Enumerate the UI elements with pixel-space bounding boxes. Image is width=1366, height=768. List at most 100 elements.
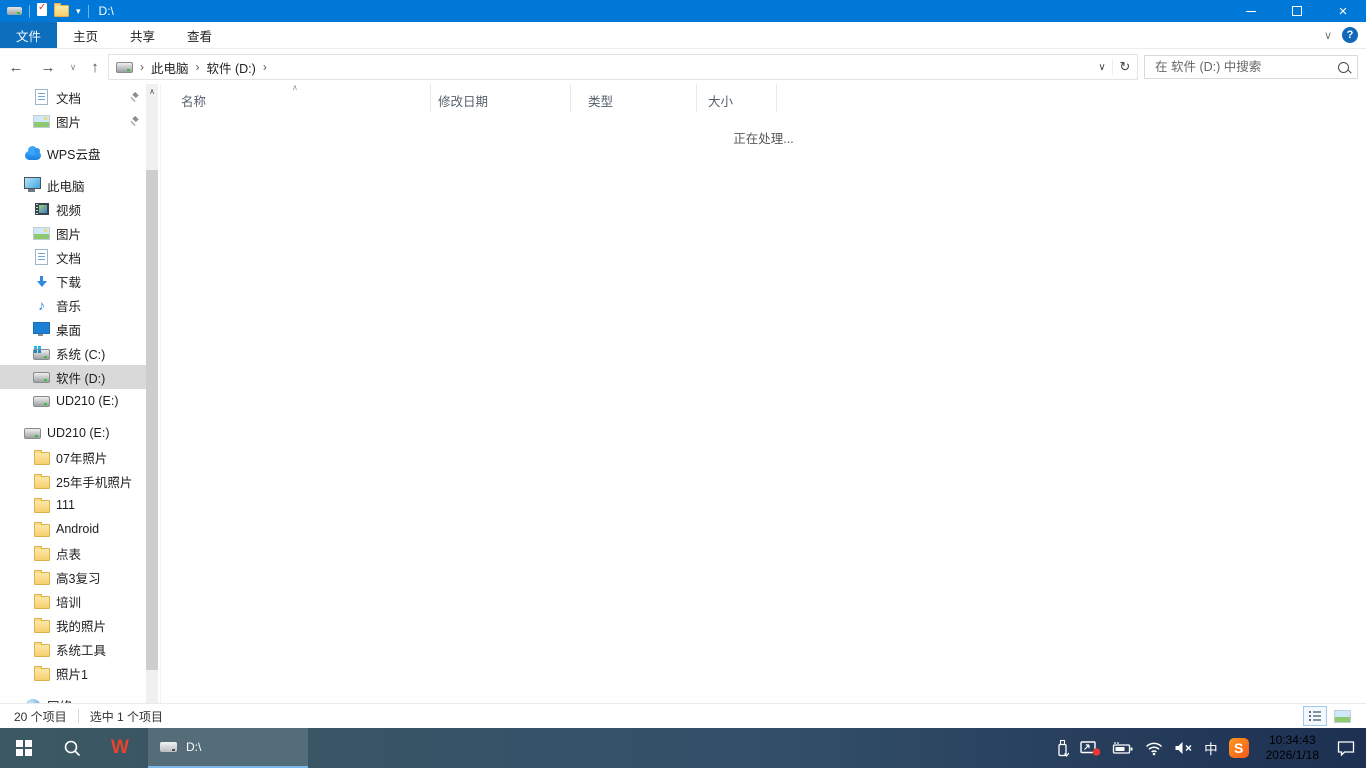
pin-icon (129, 92, 140, 103)
chevron-down-icon: ∨ (1098, 62, 1105, 73)
sidebar-item[interactable]: 点表 (0, 541, 146, 565)
ribbon-tab[interactable]: 主页 (57, 22, 114, 48)
sidebar-item[interactable]: 桌面 (0, 317, 146, 341)
ribbon-tab[interactable]: 查看 (171, 22, 228, 48)
forward-button[interactable]: → (32, 53, 64, 81)
sidebar-scrollbar[interactable]: ∧ ∨ (146, 84, 158, 744)
sidebar-item-label: 图片 (56, 112, 81, 131)
breadcrumb-separator-icon[interactable]: › (256, 60, 274, 74)
up-button[interactable]: ↑ (82, 53, 108, 81)
sidebar-item[interactable]: 文档 (0, 245, 146, 269)
refresh-button[interactable]: ↻ (1113, 56, 1137, 78)
sidebar-item[interactable]: UD210 (E:) (0, 389, 146, 413)
qat-properties-button[interactable] (37, 3, 47, 19)
column-header[interactable]: 大小 (697, 84, 777, 112)
taskbar-clock[interactable]: 10:34:43 2026/1/18 (1266, 733, 1319, 763)
help-icon: ? (1347, 29, 1354, 41)
back-icon: ← (9, 59, 24, 76)
wps-taskbar-button[interactable]: W (96, 728, 144, 768)
system-tray: 中 S 10:34:43 2026/1/18 (1056, 728, 1366, 768)
volume-muted-icon[interactable] (1174, 741, 1193, 755)
breadcrumb-segment[interactable]: 此电脑 (151, 58, 189, 77)
sidebar-item[interactable]: 文档 (0, 85, 146, 109)
breadcrumb-separator-icon[interactable]: › (133, 60, 151, 74)
sidebar-item[interactable]: 音乐 (0, 293, 146, 317)
explorer-task-button[interactable]: D:\ (148, 728, 308, 768)
sidebar-item[interactable]: 此电脑 (0, 173, 146, 197)
ime-indicator[interactable]: 中 (1204, 738, 1218, 758)
back-button[interactable]: ← (0, 53, 32, 81)
start-button[interactable] (0, 728, 48, 768)
sidebar-item[interactable]: WPS云盘 (0, 141, 146, 165)
ribbon-tab[interactable]: 共享 (114, 22, 171, 48)
breadcrumb-segment[interactable]: 软件 (D:) (207, 58, 256, 77)
minimize-button[interactable] (1228, 0, 1274, 22)
sidebar-item[interactable]: 下载 (0, 269, 146, 293)
sogou-input-icon[interactable]: S (1229, 738, 1249, 758)
clock-time: 10:34:43 (1266, 733, 1319, 748)
sidebar-item-label: 软件 (D:) (56, 368, 105, 387)
close-button[interactable]: × (1320, 0, 1366, 22)
sidebar-item-label: 文档 (56, 248, 81, 267)
sidebar-item-label: WPS云盘 (47, 144, 100, 163)
column-header[interactable]: 修改日期 (431, 84, 571, 112)
pin-icon (129, 116, 140, 127)
help-button[interactable]: ? (1342, 27, 1358, 43)
chevron-down-icon: ∨ (70, 62, 77, 73)
picture-icon (33, 227, 50, 240)
sidebar-item[interactable]: 培训 (0, 589, 146, 613)
sidebar-items: 文档图片WPS云盘此电脑视频图片文档下载音乐桌面系统 (C:)软件 (D:)UD… (0, 84, 160, 717)
search-icon (63, 739, 81, 757)
sidebar-item[interactable]: 图片 (0, 109, 146, 133)
sidebar-item-label: 视频 (56, 200, 81, 219)
sidebar-item-label: 图片 (56, 224, 81, 243)
usb-device-icon[interactable] (1056, 739, 1069, 758)
sidebar-item[interactable]: 111 (0, 493, 146, 517)
sidebar-item[interactable]: 07年照片 (0, 445, 146, 469)
scroll-up-icon[interactable]: ∧ (146, 84, 158, 99)
document-icon (33, 89, 50, 105)
cloud-icon (24, 147, 41, 160)
address-dropdown-button[interactable]: ∨ (1092, 56, 1112, 78)
restore-icon (1292, 6, 1302, 16)
navigation-bar: ← → ∨ ↑ ›此电脑›软件 (D:)› ∨ ↻ (0, 49, 1366, 85)
qat-new-folder-button[interactable] (54, 3, 69, 20)
qat-customize-dropdown[interactable]: ▾ (76, 6, 81, 17)
search-input[interactable] (1153, 59, 1332, 75)
thumbnail-view-button[interactable] (1330, 706, 1354, 726)
action-center-icon[interactable] (1336, 740, 1356, 756)
recent-locations-dropdown[interactable]: ∨ (64, 53, 82, 81)
wps-logo-icon: W (111, 737, 129, 759)
details-view-icon (1309, 711, 1321, 721)
address-bar[interactable]: ›此电脑›软件 (D:)› ∨ ↻ (108, 54, 1138, 80)
sidebar-item[interactable]: 照片1 (0, 661, 146, 685)
scrollbar-thumb[interactable] (146, 170, 158, 670)
folder-icon (33, 642, 50, 657)
titlebar: ▾ D:\ × (0, 0, 1366, 22)
sidebar-item[interactable]: 我的照片 (0, 613, 146, 637)
sidebar-item[interactable]: 高3复习 (0, 565, 146, 589)
collapse-ribbon-button[interactable]: ∨ (1324, 29, 1332, 42)
breadcrumb-separator-icon[interactable]: › (189, 60, 207, 74)
column-header[interactable]: 名称∧ (161, 84, 431, 112)
power-battery-icon[interactable] (1112, 741, 1134, 755)
quick-access-toolbar: ▾ D:\ (0, 3, 1228, 20)
column-header[interactable]: 类型 (571, 84, 697, 112)
sidebar-item[interactable]: 图片 (0, 221, 146, 245)
restore-button[interactable] (1274, 0, 1320, 22)
window-controls: × (1228, 0, 1366, 22)
sidebar-item[interactable]: 系统工具 (0, 637, 146, 661)
sidebar-item[interactable]: UD210 (E:) (0, 421, 146, 445)
sidebar-item[interactable]: Android (0, 517, 146, 541)
breadcrumb: ›此电脑›软件 (D:)› (133, 58, 274, 77)
sidebar-item[interactable]: 软件 (D:) (0, 365, 146, 389)
wifi-icon[interactable] (1145, 741, 1163, 756)
ribbon-tab[interactable]: 文件 (0, 22, 57, 48)
sidebar-item[interactable]: 系统 (C:) (0, 341, 146, 365)
sidebar-item-label: 下载 (56, 272, 81, 291)
taskbar-search-button[interactable] (48, 728, 96, 768)
sidebar-item[interactable]: 25年手机照片 (0, 469, 146, 493)
display-notification-icon[interactable] (1080, 740, 1101, 757)
sidebar-item[interactable]: 视频 (0, 197, 146, 221)
details-view-button[interactable] (1303, 706, 1327, 726)
